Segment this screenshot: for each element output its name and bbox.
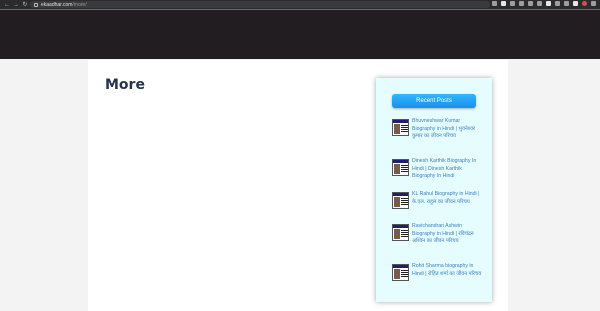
extension-icon[interactable]: [519, 1, 524, 6]
recent-post-item[interactable]: KL Rahul Biography in Hindi | के.एल. राह…: [392, 191, 482, 209]
share-icon[interactable]: [492, 1, 497, 6]
post-thumbnail[interactable]: [392, 192, 409, 209]
recent-post-item[interactable]: Ravichandran Ashwin Biography in Hindi |…: [392, 223, 482, 246]
url-path: /more/: [72, 1, 87, 8]
post-title-link[interactable]: Dinesh Karthik Biography In Hindi | Dine…: [412, 158, 476, 179]
post-thumbnail[interactable]: [392, 119, 409, 136]
bookmark-star-icon[interactable]: [501, 1, 506, 6]
extension-icon[interactable]: [528, 1, 533, 6]
menu-icon[interactable]: [591, 1, 596, 6]
address-bar[interactable]: ekaadhar.com /more/: [30, 1, 490, 8]
extensions-area: [488, 1, 596, 6]
post-title-link[interactable]: KL Rahul Biography in Hindi | के.एल. राह…: [412, 191, 479, 205]
extension-icon[interactable]: [546, 1, 551, 6]
recent-posts-widget: Recent Posts Bhuvneshwar Kumar Biography…: [376, 78, 492, 302]
url-host: ekaadhar.com: [41, 1, 73, 8]
lock-icon[interactable]: [34, 2, 38, 7]
post-title-link[interactable]: Ravichandran Ashwin Biography in Hindi |…: [412, 223, 474, 244]
post-title-link[interactable]: Bhuvneshwar Kumar Biography in Hindi | भ…: [412, 118, 475, 139]
page-title: More: [105, 77, 145, 93]
recent-posts-heading: Recent Posts: [392, 94, 476, 108]
back-icon[interactable]: ←: [4, 2, 10, 8]
post-thumbnail[interactable]: [392, 159, 409, 176]
reload-icon[interactable]: ↻: [22, 2, 28, 8]
extension-icon[interactable]: [555, 1, 560, 6]
post-thumbnail[interactable]: [392, 264, 409, 281]
post-title-link[interactable]: Rohit Sharma biography in Hindi | रोहित …: [412, 263, 481, 277]
puzzle-icon[interactable]: [564, 1, 569, 6]
extension-icon[interactable]: [510, 1, 515, 6]
recent-post-item[interactable]: Dinesh Karthik Biography In Hindi | Dine…: [392, 158, 482, 181]
extension-icon[interactable]: [537, 1, 542, 6]
forward-icon[interactable]: →: [13, 2, 19, 8]
sidebar-icon[interactable]: [573, 1, 578, 6]
browser-toolbar: ← → ↻ ekaadhar.com /more/: [0, 0, 600, 9]
post-thumbnail[interactable]: [392, 224, 409, 241]
profile-avatar-icon[interactable]: [582, 1, 587, 6]
site-header: [0, 10, 600, 59]
recent-post-item[interactable]: Bhuvneshwar Kumar Biography in Hindi | भ…: [392, 118, 482, 141]
recent-post-item[interactable]: Rohit Sharma biography in Hindi | रोहित …: [392, 263, 482, 281]
